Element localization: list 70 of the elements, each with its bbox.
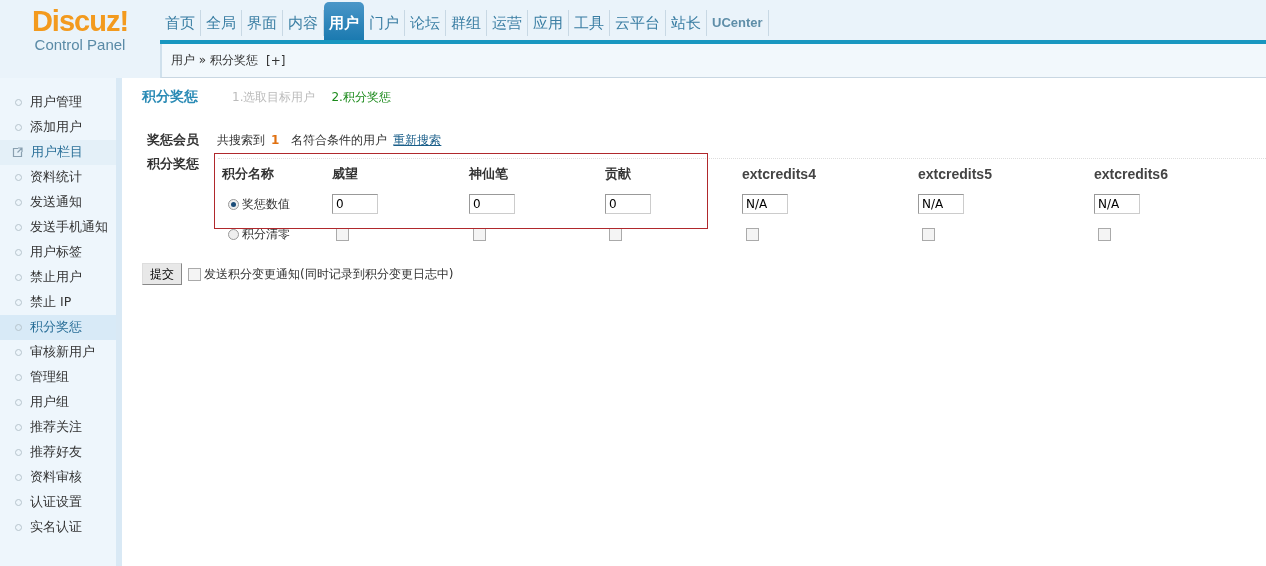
step-label: 2.积分奖惩 (331, 88, 391, 106)
logo-subtitle: Control Panel (34, 36, 126, 54)
column-header: 神仙笔 (467, 164, 509, 183)
checkbox[interactable] (336, 227, 349, 241)
sidebar-item[interactable]: 实名认证 (0, 515, 116, 540)
submit-button[interactable]: 提交 (142, 263, 182, 285)
add-shortcut-link[interactable]: [+] (266, 53, 286, 68)
search-again-link[interactable]: 重新搜索 (393, 131, 442, 149)
checkbox[interactable] (473, 227, 486, 241)
nav-tab[interactable]: 全局 (201, 10, 242, 36)
sidebar-item[interactable]: 推荐关注 (0, 415, 116, 440)
sidebar-item[interactable]: 发送通知 (0, 190, 116, 215)
nav-tab[interactable]: 界面 (242, 10, 283, 36)
sidebar-item[interactable]: 禁止 IP (0, 290, 116, 315)
nav-tab[interactable]: 云平台 (610, 10, 666, 36)
column-header: 威望 (331, 164, 359, 183)
sidebar-item[interactable]: 用户标签 (0, 240, 116, 265)
value-input[interactable]: N/A (1094, 194, 1140, 214)
breadcrumb: 用户 » 积分奖惩 (171, 52, 258, 69)
value-input[interactable]: N/A (742, 194, 788, 214)
column-header: extcredits5 (917, 165, 993, 184)
sidebar-item[interactable]: 发送手机通知 (0, 215, 116, 240)
checkbox-label[interactable]: 发送积分变更通知(同时记录到积分变更日志中) (204, 265, 454, 283)
column-header: 积分名称 (221, 164, 275, 183)
sidebar-item[interactable]: 推荐好友 (0, 440, 116, 465)
column-header: extcredits4 (741, 165, 817, 184)
nav-tab[interactable]: 用户 (324, 2, 364, 40)
sidebar-item[interactable]: 资料统计 (0, 165, 116, 190)
sidebar-item[interactable]: 用户栏目 (0, 140, 116, 165)
sidebar-item[interactable]: 用户管理 (0, 90, 116, 115)
sidebar-item[interactable]: 资料审核 (0, 465, 116, 490)
sidebar-item[interactable]: 添加用户 (0, 115, 116, 140)
logo-title: Discuz! (31, 6, 129, 36)
nav-tab[interactable]: 群组 (446, 10, 487, 36)
field-label: 奖惩会员 (147, 131, 200, 149)
checkbox[interactable] (188, 267, 201, 281)
sidebar-item[interactable]: 管理组 (0, 365, 116, 390)
nav-tab[interactable]: 运营 (487, 10, 528, 36)
sidebar-item[interactable]: 认证设置 (0, 490, 116, 515)
nav-tab[interactable]: 门户 (364, 10, 405, 36)
sidebar-item[interactable]: 积分奖惩 (0, 315, 116, 340)
value-input[interactable]: N/A (918, 194, 964, 214)
nav-tab[interactable]: 应用 (528, 10, 569, 36)
nav-tab[interactable]: 首页 (160, 10, 201, 36)
nav-tab[interactable]: 站长 (666, 10, 707, 36)
result-text: 共搜索到 (217, 131, 265, 149)
radio-button[interactable] (228, 198, 239, 210)
nav-tab[interactable]: 论坛 (405, 10, 446, 36)
page-title: 积分奖惩 (142, 88, 199, 106)
checkbox[interactable] (746, 227, 759, 241)
option-label[interactable]: 积分清零 (242, 225, 290, 243)
sidebar-item[interactable]: 审核新用户 (0, 340, 116, 365)
checkbox[interactable] (609, 227, 622, 241)
sidebar-item[interactable]: 用户组 (0, 390, 116, 415)
result-count: 1 (271, 133, 280, 147)
value-input[interactable]: 0 (605, 194, 651, 214)
nav-tab[interactable]: 工具 (569, 10, 610, 36)
option-label[interactable]: 奖惩数值 (242, 195, 290, 213)
checkbox[interactable] (922, 227, 935, 241)
column-header: 贡献 (604, 164, 632, 183)
checkbox[interactable] (1098, 227, 1111, 241)
field-label: 积分奖惩 (147, 155, 200, 173)
external-link-icon (12, 147, 23, 158)
step-label: 1.选取目标用户 (232, 88, 316, 106)
sidebar-item[interactable]: 禁止用户 (0, 265, 116, 290)
result-text: 名符合条件的用户 (291, 131, 388, 149)
value-input[interactable]: 0 (332, 194, 378, 214)
radio-button[interactable] (228, 228, 239, 240)
column-header: extcredits6 (1093, 165, 1169, 184)
value-input[interactable]: 0 (469, 194, 515, 214)
